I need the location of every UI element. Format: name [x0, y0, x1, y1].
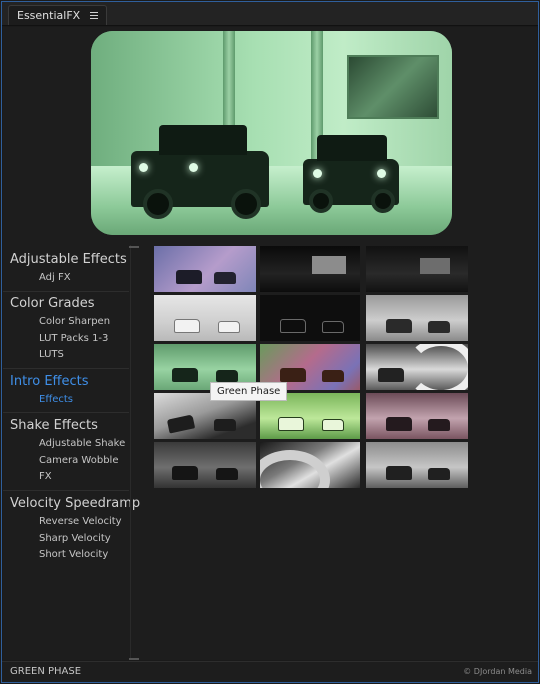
sidebar-item-effects[interactable]: Effects — [39, 394, 73, 405]
copyright-text: © DJordan Media — [463, 667, 532, 676]
effect-thumbnail[interactable] — [366, 295, 468, 341]
preview-car-left — [131, 125, 269, 219]
effect-thumbnail[interactable] — [260, 295, 360, 341]
wall-poster — [347, 55, 439, 119]
sidebar-item-luts[interactable]: LUTS — [39, 349, 64, 360]
hamburger-menu-icon[interactable] — [90, 12, 99, 19]
section-velocity-speedramp[interactable]: Velocity Speedramp — [10, 496, 140, 511]
sidebar-item-reverse-velocity[interactable]: Reverse Velocity — [39, 516, 122, 527]
section-adjustable-effects[interactable]: Adjustable Effects — [10, 252, 127, 267]
effect-thumbnail[interactable] — [366, 344, 468, 390]
effect-thumbnail[interactable] — [366, 246, 468, 292]
sidebar-item-fx[interactable]: FX — [39, 471, 52, 482]
section-divider — [3, 368, 129, 369]
panel-tab-title: EssentialFX — [17, 9, 81, 22]
sidebar-item-adj-fx[interactable]: Adj FX — [39, 272, 71, 283]
section-intro-effects[interactable]: Intro Effects — [10, 374, 89, 389]
sidebar-item-camera-wobble[interactable]: Camera Wobble — [39, 455, 118, 466]
panel-splitter[interactable] — [130, 245, 131, 659]
splitter-handle-bottom[interactable] — [129, 658, 139, 660]
sidebar-item-adjustable-shake[interactable]: Adjustable Shake — [39, 438, 125, 449]
selected-effect-name: GREEN PHASE — [10, 666, 82, 677]
status-bar: GREEN PHASE © DJordan Media — [2, 661, 538, 682]
effect-thumbnail[interactable] — [154, 295, 256, 341]
effects-sidebar: Adjustable Effects Adj FX Color Grades C… — [3, 245, 140, 663]
sidebar-item-lut-packs[interactable]: LUT Packs 1-3 — [39, 333, 108, 344]
section-color-grades[interactable]: Color Grades — [10, 296, 94, 311]
effect-thumbnail[interactable] — [154, 442, 256, 488]
preview-image — [91, 31, 452, 235]
sidebar-item-sharp-velocity[interactable]: Sharp Velocity — [39, 533, 111, 544]
effect-thumbnail[interactable] — [260, 246, 360, 292]
effect-thumbnail[interactable] — [366, 442, 468, 488]
thumbnail-tooltip: Green Phase — [210, 382, 288, 401]
effect-thumbnail[interactable] — [260, 442, 360, 488]
preview-car-right — [303, 135, 399, 213]
effect-thumbnail[interactable] — [366, 393, 468, 439]
sidebar-item-color-sharpen[interactable]: Color Sharpen — [39, 316, 110, 327]
panel-tab[interactable]: EssentialFX — [8, 5, 108, 25]
splitter-handle-top[interactable] — [129, 246, 139, 248]
sidebar-item-short-velocity[interactable]: Short Velocity — [39, 549, 108, 560]
title-bar: EssentialFX — [2, 2, 538, 26]
section-shake-effects[interactable]: Shake Effects — [10, 418, 98, 433]
section-divider — [3, 412, 129, 413]
effect-thumbnail[interactable] — [154, 246, 256, 292]
section-divider — [3, 490, 129, 491]
section-divider — [3, 291, 129, 292]
